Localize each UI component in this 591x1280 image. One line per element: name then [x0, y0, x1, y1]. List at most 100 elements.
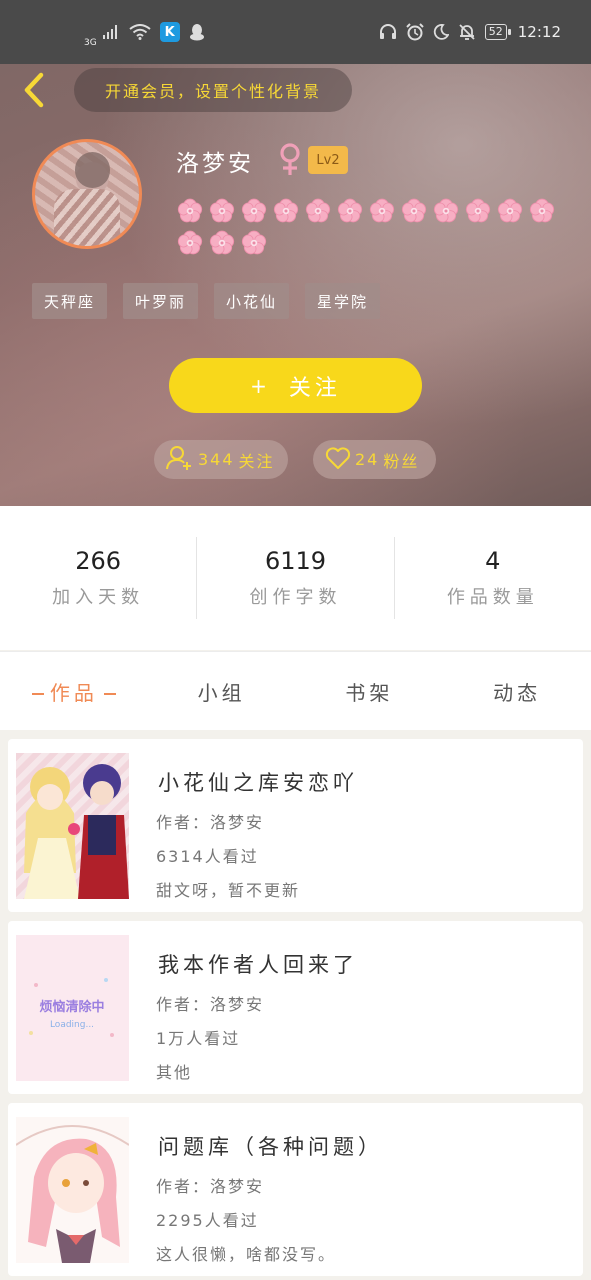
cherry-blossom-icon	[526, 197, 558, 225]
cherry-blossom-icon	[430, 197, 462, 225]
back-button[interactable]	[16, 72, 52, 112]
plus-icon: +	[250, 373, 271, 398]
cherry-blossom-icon	[238, 197, 270, 225]
username: 洛梦安	[176, 151, 254, 177]
tab-groups[interactable]: 小组	[148, 677, 296, 706]
tab-bookshelf[interactable]: 书架	[296, 677, 444, 706]
cherry-blossom-icon	[334, 197, 366, 225]
work-views: 2295人看过	[156, 1207, 259, 1231]
work-card[interactable]: 问题库（各种问题） 作者：洛梦安 2295人看过 这人很懒，啥都没写。	[8, 1103, 583, 1276]
work-status: 其他	[156, 1063, 193, 1082]
user-add-icon	[166, 445, 194, 475]
following-count-button[interactable]: 344 关注	[154, 440, 288, 479]
chevron-left-icon	[21, 72, 47, 112]
work-card[interactable]: 烦恼清除中 Loading... 我本作者人回来了 作者：洛梦安 1万人看过 其…	[8, 921, 583, 1094]
cherry-blossom-icon	[174, 229, 206, 257]
views-suffix: 人看过	[204, 847, 259, 866]
clock: 12:12	[517, 23, 561, 41]
work-title: 问题库（各种问题）	[158, 1135, 383, 1159]
status-bar: 3G K 52 12:12	[0, 0, 591, 64]
profile-stats: 266 加入天数 6119 创作字数 4 作品数量	[0, 506, 591, 650]
tag-item: 天秤座	[32, 283, 108, 319]
cherry-blossom-icon	[206, 229, 238, 257]
views-count: 2295	[156, 1211, 205, 1230]
level-badge: Lv2	[308, 146, 348, 174]
stat-value: 4	[485, 547, 501, 575]
cherry-blossom-icon	[206, 197, 238, 225]
work-cover-image	[16, 1117, 129, 1263]
stat-label: 加入天数	[52, 587, 145, 608]
views-count: 6314	[156, 847, 205, 866]
network-type: 3G	[84, 37, 97, 48]
avatar[interactable]	[32, 139, 142, 249]
author-name: 洛梦安	[210, 813, 265, 832]
works-list: 小花仙之库安恋吖 作者：洛梦安 6314人看过 甜文呀，暂不更新 烦恼清除中 L…	[8, 739, 583, 1276]
flower-rating	[174, 197, 564, 257]
profile-header: 开通会员，设置个性化背景 洛梦安 Lv2 天秤座 叶罗丽 小花仙 星学院 + 关…	[0, 64, 591, 506]
views-suffix: 人看过	[186, 1029, 241, 1048]
cherry-blossom-icon	[270, 197, 302, 225]
work-status: 甜文呀，暂不更新	[156, 881, 301, 900]
tag-item: 星学院	[305, 283, 381, 319]
heart-icon	[325, 446, 351, 474]
cherry-blossom-icon	[398, 197, 430, 225]
stat-value: 266	[75, 547, 122, 575]
author-name: 洛梦安	[210, 995, 265, 1014]
tab-activity[interactable]: 动态	[443, 677, 591, 706]
tag-list: 天秤座 叶罗丽 小花仙 星学院	[32, 283, 381, 319]
tag-item: 叶罗丽	[123, 283, 199, 319]
battery-indicator: 52	[484, 24, 511, 40]
stat-days-joined: 266 加入天数	[0, 537, 196, 619]
author-label: 作者：	[156, 995, 211, 1014]
views-suffix: 人看过	[204, 1211, 259, 1230]
cherry-blossom-icon	[302, 197, 334, 225]
alarm-icon	[406, 23, 424, 41]
cherry-blossom-icon	[238, 229, 270, 257]
stat-label: 作品数量	[446, 587, 539, 608]
stat-words-written: 6119 创作字数	[196, 537, 393, 619]
cherry-blossom-icon	[174, 197, 206, 225]
work-status: 这人很懒，啥都没写。	[156, 1245, 337, 1264]
work-author: 作者：洛梦安	[156, 809, 264, 833]
author-label: 作者：	[156, 1177, 211, 1196]
cherry-blossom-icon	[366, 197, 398, 225]
stat-label: 创作字数	[249, 587, 342, 608]
tag-item: 小花仙	[214, 283, 290, 319]
headphones-icon	[379, 23, 397, 41]
following-count: 344	[198, 450, 235, 469]
vip-background-prompt[interactable]: 开通会员，设置个性化背景	[74, 68, 352, 112]
author-name: 洛梦安	[210, 1177, 265, 1196]
signal-icon	[102, 24, 120, 40]
wifi-icon	[129, 24, 151, 40]
fans-label: 粉丝	[383, 451, 420, 471]
work-cover-image	[16, 753, 129, 899]
stat-value: 6119	[264, 547, 327, 575]
work-title: 我本作者人回来了	[158, 953, 358, 977]
following-label: 关注	[238, 451, 275, 471]
work-title: 小花仙之库安恋吖	[158, 771, 358, 795]
cherry-blossom-icon	[462, 197, 494, 225]
status-left: 3G K	[84, 17, 205, 48]
moon-icon	[433, 24, 449, 40]
views-count: 1万	[156, 1029, 187, 1048]
work-views: 1万人看过	[156, 1025, 240, 1049]
cover-text: 烦恼清除中	[39, 999, 104, 1015]
follow-button[interactable]: + 关注	[169, 358, 422, 413]
follow-label: 关注	[288, 375, 341, 401]
author-label: 作者：	[156, 813, 211, 832]
fans-count: 24	[355, 450, 380, 469]
work-views: 6314人看过	[156, 843, 259, 867]
tab-works[interactable]: 作品	[0, 677, 148, 706]
work-card[interactable]: 小花仙之库安恋吖 作者：洛梦安 6314人看过 甜文呀，暂不更新	[8, 739, 583, 912]
fans-count-button[interactable]: 24 粉丝	[313, 440, 436, 479]
app-k-icon: K	[159, 22, 180, 42]
stat-works-count: 4 作品数量	[393, 537, 591, 619]
profile-tabs: 作品 小组 书架 动态	[0, 651, 591, 730]
qq-penguin-icon	[189, 23, 205, 41]
bell-off-icon	[458, 23, 476, 41]
female-gender-icon	[278, 142, 302, 182]
work-author: 作者：洛梦安	[156, 1173, 264, 1197]
work-cover-image: 烦恼清除中 Loading...	[16, 935, 129, 1081]
work-author: 作者：洛梦安	[156, 991, 264, 1015]
cover-subtext: Loading...	[50, 1020, 94, 1030]
